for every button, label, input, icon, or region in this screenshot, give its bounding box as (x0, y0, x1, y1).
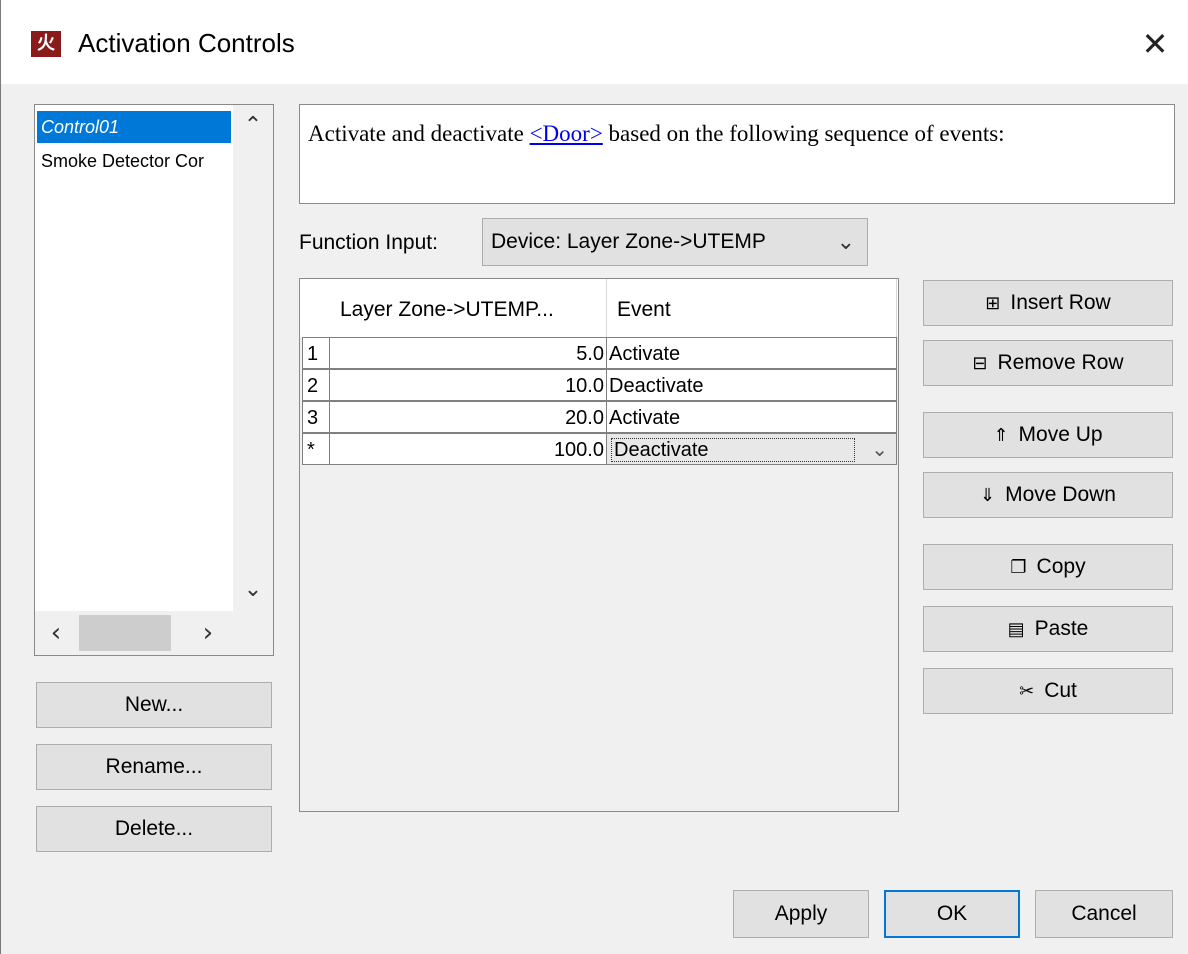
move-up-label: Move Up (1018, 423, 1103, 446)
scroll-up-icon[interactable]: ⌃ (233, 111, 273, 141)
scroll-right-icon[interactable]: › (193, 618, 223, 648)
scroll-left-icon[interactable]: ‹ (41, 618, 71, 648)
horizontal-scrollbar[interactable]: ‹ › (35, 611, 273, 655)
value-cell[interactable]: 10.0 (330, 369, 607, 401)
list-item-smoke-detector[interactable]: Smoke Detector Cor (37, 145, 231, 177)
insert-row-button[interactable]: ⊞ Insert Row (923, 280, 1173, 326)
move-up-button[interactable]: ⇑ Move Up (923, 412, 1173, 458)
value-cell[interactable]: 20.0 (330, 401, 607, 433)
function-input-select[interactable]: Device: Layer Zone->UTEMP ⌄ (482, 218, 868, 266)
move-down-icon: ⇓ (980, 484, 996, 505)
horizontal-scroll-thumb[interactable] (79, 615, 171, 651)
scroll-down-icon[interactable]: ⌄ (233, 575, 273, 605)
title-bar: 火 Activation Controls ✕ (1, 0, 1188, 84)
row-number: 2 (302, 369, 330, 401)
event-cell[interactable]: Activate (607, 401, 897, 433)
app-logo-icon: 火 (31, 31, 61, 57)
chevron-down-icon[interactable]: ⌄ (871, 434, 888, 466)
insert-row-label: Insert Row (1010, 291, 1111, 314)
move-up-icon: ⇑ (993, 424, 1009, 445)
new-button[interactable]: New... (36, 682, 272, 728)
description-text-before: Activate and deactivate (308, 121, 530, 146)
event-table: Layer Zone->UTEMP... Event 1 5.0 Activat… (299, 278, 899, 812)
remove-row-icon: ⊟ (972, 352, 988, 373)
column-header-value[interactable]: Layer Zone->UTEMP... (330, 279, 607, 337)
remove-row-button[interactable]: ⊟ Remove Row (923, 340, 1173, 386)
activation-controls-dialog: 火 Activation Controls ✕ Control01 Smoke … (0, 0, 1188, 954)
close-icon[interactable]: ✕ (1135, 24, 1175, 64)
ok-button[interactable]: OK (884, 890, 1020, 938)
event-cell[interactable]: Activate (607, 337, 897, 369)
copy-button[interactable]: ❐ Copy (923, 544, 1173, 590)
paste-icon: ▤ (1007, 618, 1025, 639)
cut-label: Cut (1044, 679, 1077, 702)
paste-button[interactable]: ▤ Paste (923, 606, 1173, 652)
door-link[interactable]: <Door> (530, 121, 603, 146)
table-row[interactable]: 2 10.0 Deactivate (300, 369, 898, 401)
value-cell[interactable]: 5.0 (330, 337, 607, 369)
dialog-title: Activation Controls (78, 28, 295, 58)
row-number: 1 (302, 337, 330, 369)
event-dropdown-value: Deactivate (611, 438, 855, 462)
copy-label: Copy (1036, 555, 1086, 578)
new-row-marker: * (302, 433, 330, 465)
controls-list: Control01 Smoke Detector Cor ⌃ ⌄ ‹ › (34, 104, 274, 656)
event-cell-dropdown[interactable]: Deactivate ⌄ (607, 433, 897, 465)
cut-button[interactable]: ✂ Cut (923, 668, 1173, 714)
chevron-down-icon: ⌄ (836, 229, 855, 254)
list-item-control01[interactable]: Control01 (37, 111, 231, 143)
function-input-label: Function Input: (299, 231, 438, 254)
cancel-button[interactable]: Cancel (1035, 890, 1173, 938)
apply-button[interactable]: Apply (733, 890, 869, 938)
row-number: 3 (302, 401, 330, 433)
move-down-button[interactable]: ⇓ Move Down (923, 472, 1173, 518)
vertical-scrollbar[interactable]: ⌃ ⌄ (233, 105, 273, 611)
table-row-new[interactable]: * 100.0 Deactivate ⌄ (300, 433, 898, 465)
rename-button[interactable]: Rename... (36, 744, 272, 790)
insert-row-icon: ⊞ (985, 292, 1001, 313)
move-down-label: Move Down (1005, 483, 1116, 506)
scissors-icon: ✂ (1019, 680, 1035, 701)
value-cell[interactable]: 100.0 (330, 433, 607, 465)
function-input-value: Device: Layer Zone->UTEMP (491, 230, 766, 253)
event-cell[interactable]: Deactivate (607, 369, 897, 401)
activation-description: Activate and deactivate <Door> based on … (299, 104, 1175, 204)
description-text-after: based on the following sequence of event… (602, 121, 1005, 146)
table-header: Layer Zone->UTEMP... Event (300, 279, 898, 337)
table-row[interactable]: 1 5.0 Activate (300, 337, 898, 369)
delete-button[interactable]: Delete... (36, 806, 272, 852)
paste-label: Paste (1034, 617, 1089, 640)
remove-row-label: Remove Row (997, 351, 1124, 374)
copy-icon: ❐ (1010, 556, 1027, 577)
table-row[interactable]: 3 20.0 Activate (300, 401, 898, 433)
column-header-event[interactable]: Event (607, 279, 897, 337)
